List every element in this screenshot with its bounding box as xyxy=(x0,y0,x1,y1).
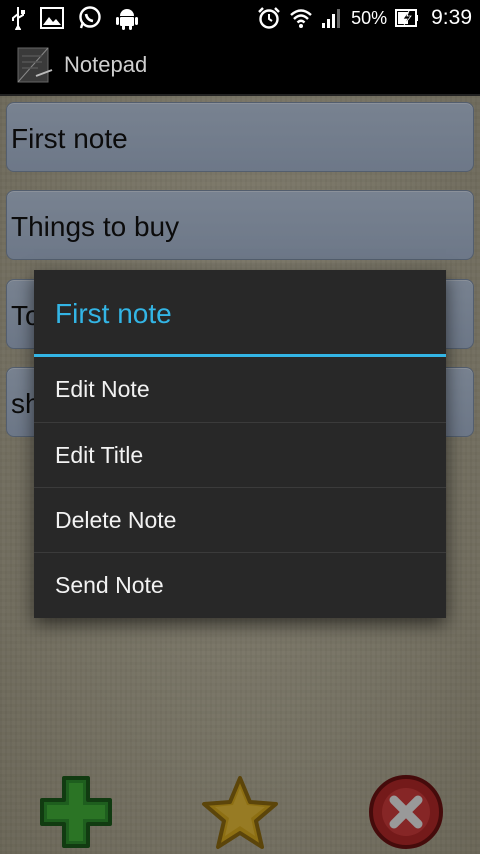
menu-item-send-note[interactable]: Send Note xyxy=(34,552,446,617)
app-title: Notepad xyxy=(64,52,148,77)
wifi-icon xyxy=(289,7,313,29)
menu-item-label: Edit Title xyxy=(55,442,144,468)
menu-item-label: Edit Note xyxy=(55,376,150,402)
image-icon xyxy=(40,7,64,29)
menu-item-delete-note[interactable]: Delete Note xyxy=(34,487,446,552)
menu-item-label: Send Note xyxy=(55,572,164,598)
battery-charging-icon xyxy=(395,8,419,28)
alarm-icon xyxy=(257,6,281,30)
menu-item-edit-note[interactable]: Edit Note xyxy=(34,357,446,422)
menu-item-edit-title[interactable]: Edit Title xyxy=(34,422,446,487)
status-bar: 50% 9:39 xyxy=(0,0,480,36)
menu-item-label: Delete Note xyxy=(55,507,177,533)
battery-percent: 50% xyxy=(351,7,388,28)
usb-icon xyxy=(10,6,26,30)
whatsapp-icon xyxy=(78,6,102,30)
android-icon xyxy=(116,6,138,30)
context-menu-dialog: First note Edit Note Edit Title Delete N… xyxy=(34,270,446,618)
notepad-app-icon xyxy=(14,46,54,86)
action-bar: Notepad xyxy=(0,36,480,96)
dialog-title: First note xyxy=(55,298,172,329)
status-right-icons: 50% 9:39 xyxy=(257,4,472,32)
status-left-icons xyxy=(10,4,138,32)
signal-icon xyxy=(321,7,343,29)
clock: 9:39 xyxy=(431,6,472,29)
